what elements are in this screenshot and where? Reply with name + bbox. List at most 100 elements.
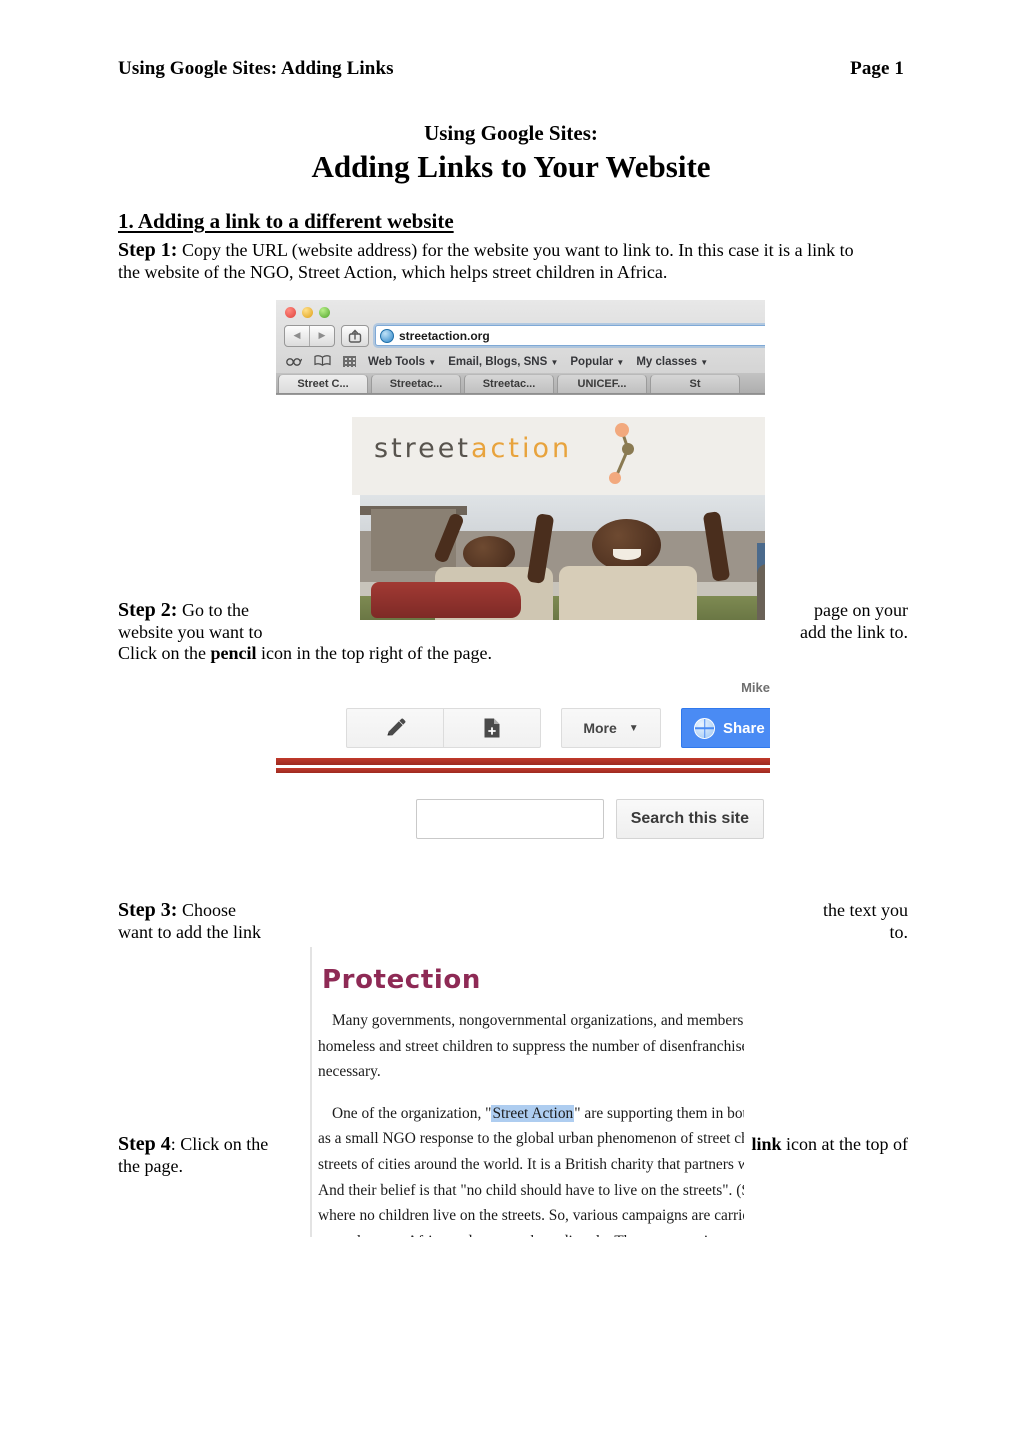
safari-toolbar: ◀ ▶ streetaction.org — [276, 321, 765, 351]
red-divider — [276, 758, 770, 773]
photo-smile — [612, 548, 642, 560]
article-text-post: " are supporting them in both v — [574, 1104, 744, 1122]
globe-icon — [380, 328, 394, 343]
step-2-text-b: page on your — [814, 600, 908, 620]
close-icon[interactable] — [285, 306, 296, 318]
step-4-text-c: the page. — [118, 1155, 183, 1176]
back-icon[interactable]: ◀ — [285, 326, 309, 346]
chevron-down-icon: ▼ — [428, 357, 437, 367]
chevron-down-icon: ▼ — [628, 722, 639, 734]
step-1-label: Step 1: — [118, 239, 178, 261]
bookmark-label: Popular — [570, 355, 614, 368]
article-line: necessary. — [318, 1063, 381, 1081]
chevron-down-icon: ▼ — [616, 357, 625, 367]
red-rule-top — [276, 758, 770, 765]
article-line: homeless and street children to suppress… — [318, 1037, 744, 1055]
safari-chrome: ◀ ▶ streetaction.org Web Tools ▼ Email, … — [276, 300, 765, 395]
bookmark-email-blogs-sns[interactable]: Email, Blogs, SNS ▼ — [448, 356, 558, 368]
zoom-icon[interactable] — [319, 306, 330, 318]
chevron-down-icon: ▼ — [700, 357, 709, 367]
browser-tab[interactable]: St — [650, 374, 740, 393]
step-2-text-a: Go to the — [177, 600, 249, 620]
article-line: Many governments, nongovernmental organi… — [332, 1012, 744, 1029]
step-4-paragraph: Step 4: Click on the link icon at the to… — [118, 1133, 908, 1177]
step-3-paragraph: Step 3: Choose the text you want to add … — [118, 899, 908, 943]
browser-tab[interactable]: Streetac... — [464, 374, 554, 393]
bookmark-web-tools[interactable]: Web Tools ▼ — [368, 356, 436, 368]
browser-tab[interactable]: UNICEF... — [557, 374, 647, 393]
selected-text-street-action[interactable]: Street Action — [491, 1104, 575, 1122]
step-3-text-a: Choose — [177, 900, 236, 920]
more-button[interactable]: More ▼ — [561, 708, 661, 748]
article-line: where no children live on the streets. S… — [318, 1207, 744, 1225]
share-button[interactable]: Share — [681, 708, 770, 748]
browser-screenshot-figure: ◀ ▶ streetaction.org Web Tools ▼ Email, … — [276, 300, 765, 620]
step-2-text-f: icon in the top right of the page. — [256, 643, 492, 663]
running-header: Using Google Sites: Adding Links Page 1 — [118, 58, 904, 80]
section-heading: 1. Adding a link to a different website — [118, 209, 454, 233]
step-2-text-c: website you want to — [118, 621, 263, 642]
article-heading: Protection — [322, 965, 481, 995]
article-line: not only go to Africa and support them d… — [318, 1230, 744, 1237]
globe-icon — [694, 717, 715, 739]
step-2-bold-pencil: pencil — [210, 643, 257, 663]
bookmarks-book-icon[interactable] — [314, 354, 331, 369]
browser-tab[interactable]: Street C... — [278, 374, 368, 393]
logo-part-action: action — [470, 433, 573, 464]
new-page-icon[interactable] — [444, 708, 541, 748]
share-icon[interactable] — [341, 324, 369, 347]
bookmark-label: Web Tools — [368, 355, 426, 368]
red-rule-bottom — [276, 768, 770, 773]
article-line: And their belief is that "no child shoul… — [318, 1181, 744, 1199]
minimize-icon[interactable] — [302, 306, 313, 318]
step-4-bold-link: link — [751, 1134, 782, 1154]
bookmark-label: Email, Blogs, SNS — [448, 355, 548, 368]
browser-tab[interactable]: Streetac... — [371, 374, 461, 393]
edit-button-group — [346, 708, 541, 748]
page-number: Page 1 — [850, 58, 904, 79]
more-label: More — [583, 720, 617, 736]
page-title: Using Google Sites: Adding Links to Your… — [118, 120, 904, 186]
safari-titlebar — [276, 300, 765, 321]
article-text-pre: One of the organization, " — [332, 1104, 492, 1122]
reader-icon[interactable] — [286, 355, 303, 369]
address-bar[interactable]: streetaction.org — [375, 325, 765, 346]
site-logo-bar: streetaction — [352, 417, 765, 495]
url-text: streetaction.org — [399, 328, 490, 343]
share-label: Share — [723, 719, 765, 737]
photo-head — [591, 519, 661, 571]
step-4-text-b: icon at the top of — [781, 1134, 908, 1154]
grid-icon[interactable] — [343, 356, 356, 367]
nav-button-group: ◀ ▶ — [284, 324, 335, 347]
sites-action-buttons: More ▼ Share — [346, 708, 770, 748]
step-4-label: Step 4 — [118, 1133, 171, 1155]
search-this-site-button[interactable]: Search this site — [615, 799, 764, 839]
step-3-label: Step 3: — [118, 899, 178, 921]
step-2-paragraph: Step 2: Go to the page on your website y… — [118, 599, 908, 665]
step-3-text-c: want to add the link — [118, 921, 261, 942]
chevron-down-icon: ▼ — [550, 357, 559, 367]
streetaction-page-content: streetaction — [276, 395, 765, 620]
streetaction-logo: streetaction — [374, 433, 572, 464]
step-3-text-d: to. — [889, 921, 908, 942]
step-2-label: Step 2: — [118, 599, 178, 621]
bookmark-popular[interactable]: Popular ▼ — [570, 356, 624, 368]
bookmark-label: My classes — [636, 355, 698, 368]
user-name-label: Mike — [741, 680, 770, 695]
search-input[interactable] — [416, 799, 604, 839]
step-2-text-e: Click on the — [118, 643, 211, 663]
bookmarks-bar: Web Tools ▼ Email, Blogs, SNS ▼ Popular … — [276, 351, 765, 373]
tab-bar: Street C... Streetac... Streetac... UNIC… — [276, 373, 765, 394]
step-1-text: Copy the URL (website address) for the w… — [118, 240, 854, 282]
sites-toolbar-figure: Mike More ▼ Share — [276, 672, 770, 784]
site-search-figure: Search this site — [416, 798, 764, 840]
title-line-2: Adding Links to Your Website — [311, 149, 711, 184]
article-screenshot-figure: Protection Many governments, nongovernme… — [310, 947, 744, 1237]
header-title: Using Google Sites: Adding Links — [118, 58, 394, 79]
bookmark-my-classes[interactable]: My classes ▼ — [636, 356, 708, 368]
pencil-icon[interactable] — [346, 708, 444, 748]
step-2-text-d: add the link to. — [800, 621, 908, 642]
forward-icon[interactable]: ▶ — [309, 325, 334, 346]
step-4-text-a: : Click on the — [170, 1134, 269, 1154]
document-page: Using Google Sites: Adding Links Page 1 … — [0, 0, 1020, 1441]
